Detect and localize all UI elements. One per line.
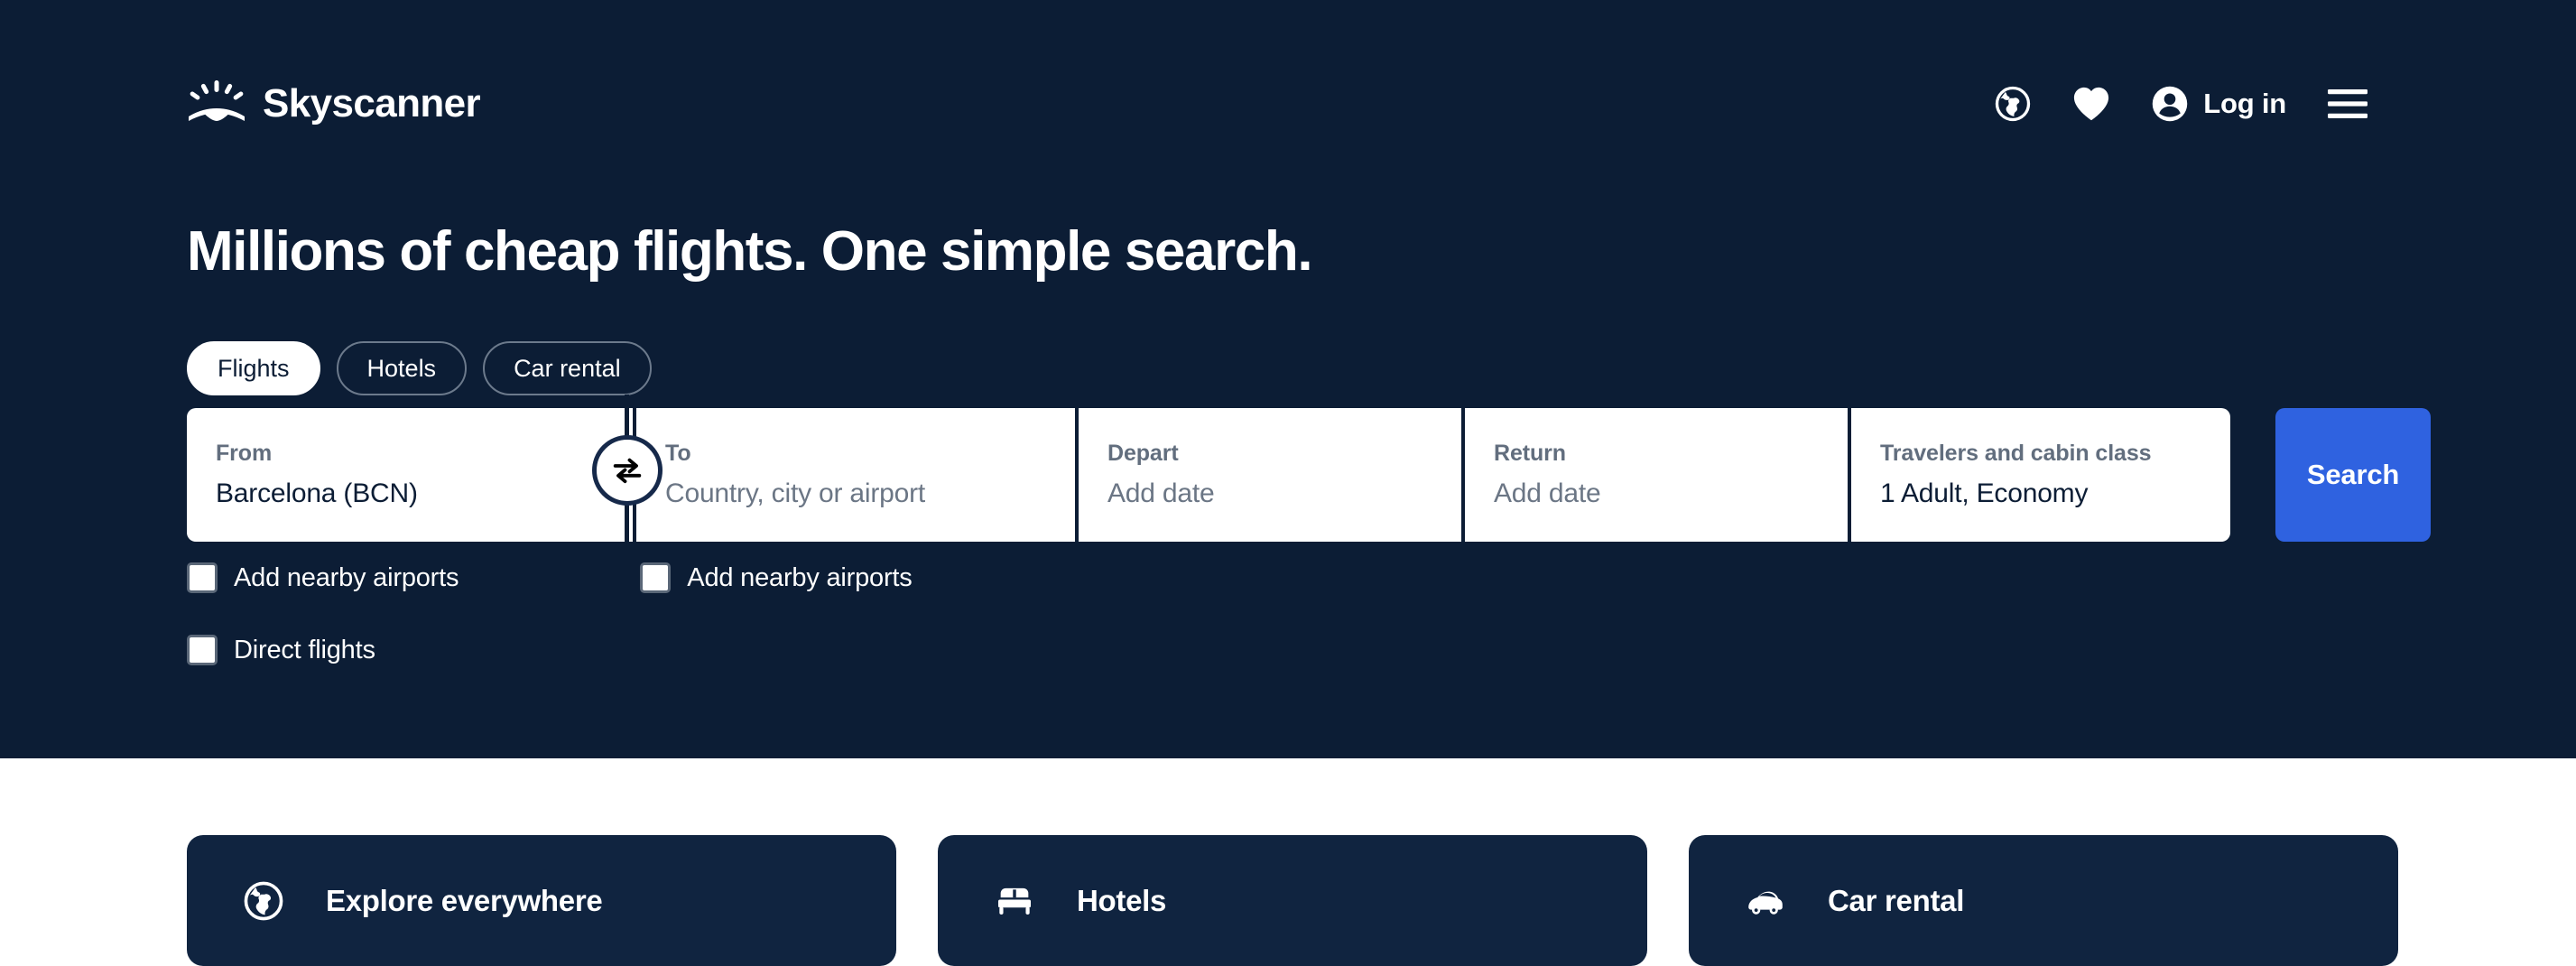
- sunburst-icon: [189, 80, 245, 121]
- depart-placeholder: Add date: [1107, 478, 1215, 508]
- to-nearby-airports-option[interactable]: Add nearby airports: [640, 562, 913, 593]
- travelers-value: 1 Adult, Economy: [1880, 478, 2089, 508]
- from-nearby-airports-checkbox[interactable]: [187, 562, 218, 593]
- swap-origin-destination-button[interactable]: [592, 435, 663, 506]
- bed-icon: [997, 887, 1032, 915]
- tab-flights[interactable]: Flights: [187, 341, 320, 395]
- search-button[interactable]: Search: [2275, 408, 2431, 542]
- card-explore-everywhere-label: Explore everywhere: [326, 884, 603, 917]
- card-explore-everywhere[interactable]: Explore everywhere: [187, 835, 896, 966]
- to-nearby-airports-checkbox[interactable]: [640, 562, 672, 593]
- heart-icon: [2074, 87, 2109, 121]
- search-options: Add nearby airports Add nearby airports …: [187, 558, 913, 702]
- direct-flights-label: Direct flights: [234, 635, 375, 664]
- globe-icon: [1996, 86, 2031, 122]
- swap-arrows-icon: [613, 458, 642, 484]
- skyscanner-homepage: Skyscanner Log in Millions of cheap flig…: [0, 0, 2576, 966]
- nearby-airports-row: Add nearby airports Add nearby airports: [187, 558, 913, 598]
- card-hotels-label: Hotels: [1077, 884, 1167, 917]
- search-type-tabs: Flights Hotels Car rental: [187, 341, 652, 395]
- quick-link-cards: Explore everywhere Hotels Car rental: [187, 835, 2398, 966]
- to-nearby-airports-label: Add nearby airports: [687, 562, 913, 592]
- from-value: Barcelona (BCN): [216, 478, 418, 508]
- car-icon: [1748, 891, 1783, 915]
- tab-car-rental[interactable]: Car rental: [483, 341, 652, 395]
- page-title: Millions of cheap flights. One simple se…: [187, 220, 1313, 283]
- login-button[interactable]: Log in: [2131, 77, 2306, 131]
- language-region-button[interactable]: [1974, 77, 2052, 131]
- direct-flights-row: Direct flights: [187, 630, 913, 670]
- to-placeholder: Country, city or airport: [665, 478, 926, 508]
- brand-logo[interactable]: Skyscanner: [187, 72, 481, 135]
- return-field[interactable]: Return Add date: [1465, 408, 1848, 542]
- return-label: Return: [1494, 441, 1566, 466]
- from-field[interactable]: From Barcelona (BCN): [187, 408, 633, 542]
- from-nearby-airports-option[interactable]: Add nearby airports: [187, 562, 459, 593]
- tab-hotels[interactable]: Hotels: [336, 341, 468, 395]
- travelers-cabin-field[interactable]: Travelers and cabin class 1 Adult, Econo…: [1851, 408, 2230, 542]
- card-car-rental-label: Car rental: [1828, 884, 1965, 917]
- login-label: Log in: [2203, 88, 2286, 119]
- globe-icon: [244, 881, 283, 920]
- brand-name: Skyscanner: [263, 81, 481, 125]
- return-placeholder: Add date: [1494, 478, 1601, 508]
- hamburger-menu-icon: [2328, 89, 2368, 118]
- card-car-rental[interactable]: Car rental: [1689, 835, 2398, 966]
- direct-flights-option[interactable]: Direct flights: [187, 635, 375, 665]
- site-header: Skyscanner Log in: [0, 0, 2576, 208]
- menu-button[interactable]: [2306, 77, 2389, 131]
- depart-label: Depart: [1107, 441, 1179, 466]
- from-nearby-airports-label: Add nearby airports: [234, 562, 459, 592]
- travelers-label: Travelers and cabin class: [1880, 441, 2152, 466]
- favorites-button[interactable]: [2052, 77, 2131, 131]
- depart-field[interactable]: Depart Add date: [1079, 408, 1461, 542]
- direct-flights-checkbox[interactable]: [187, 635, 218, 665]
- card-hotels[interactable]: Hotels: [938, 835, 1647, 966]
- to-field[interactable]: To Country, city or airport: [636, 408, 1075, 542]
- person-circle-icon: [2152, 86, 2188, 122]
- header-actions: Log in: [1974, 77, 2389, 131]
- to-label: To: [665, 441, 691, 466]
- flight-search-form: From Barcelona (BCN) To Country, city or…: [187, 408, 2431, 542]
- from-label: From: [216, 441, 273, 466]
